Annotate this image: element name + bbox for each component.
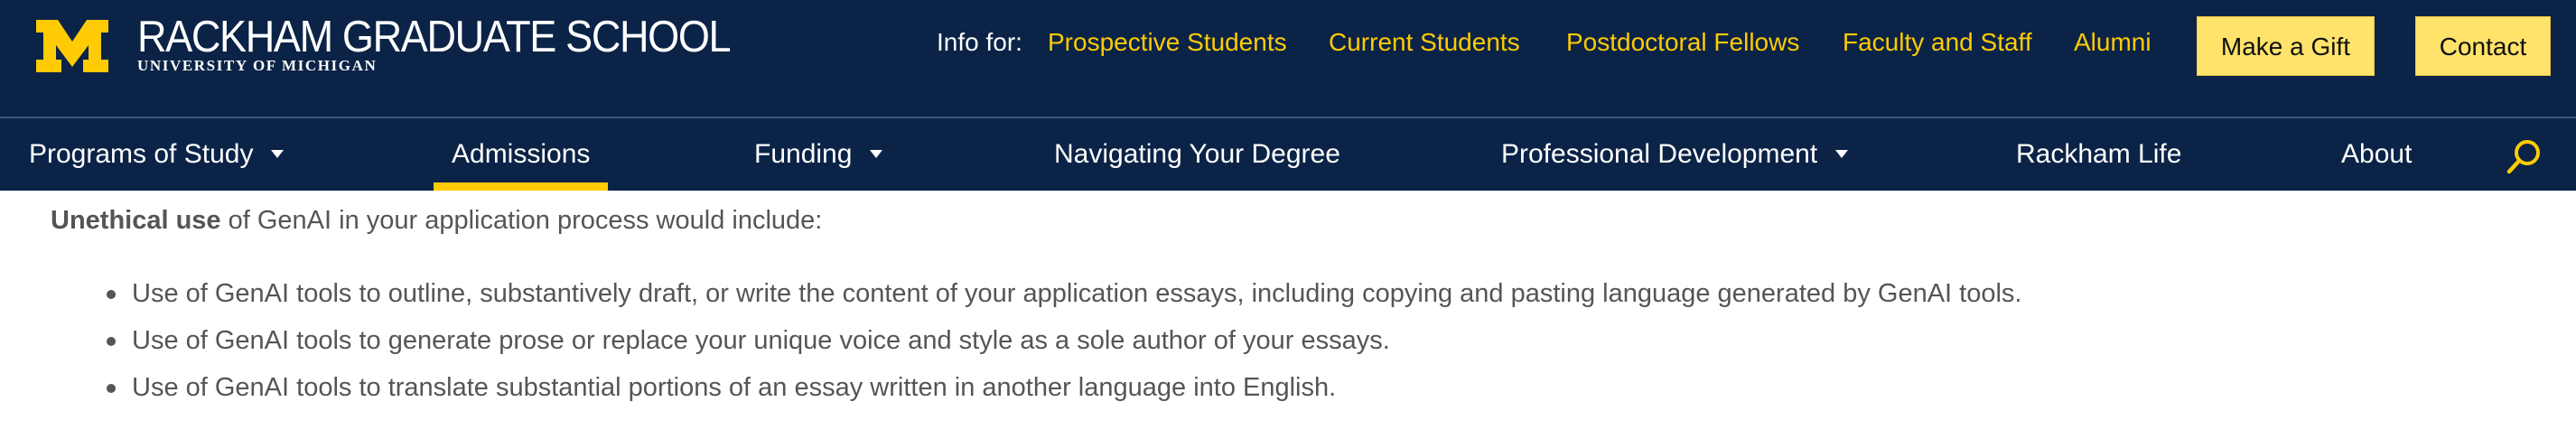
bullet-icon xyxy=(107,337,116,346)
contact-button[interactable]: Contact xyxy=(2415,16,2551,76)
list-item: Use of GenAI tools to translate substant… xyxy=(107,371,2022,418)
list-item: Use of GenAI tools to generate prose or … xyxy=(107,324,2022,371)
bullet-icon xyxy=(107,290,116,299)
list-item: Use of GenAI tools to outline, substanti… xyxy=(107,277,2022,324)
caret-down-icon xyxy=(1835,149,1849,158)
intro-emphasis: Unethical use xyxy=(51,206,221,235)
list-item-text: Use of GenAI tools to translate substant… xyxy=(132,373,1337,402)
unethical-use-list: Use of GenAI tools to outline, substanti… xyxy=(107,277,2022,418)
intro-text: of GenAI in your application process wou… xyxy=(220,206,823,235)
nav-label: Rackham Life xyxy=(2016,139,2182,169)
link-postdoctoral-fellows[interactable]: Postdoctoral Fellows xyxy=(1566,27,1799,58)
nav-label: Funding xyxy=(754,139,853,169)
link-alumni[interactable]: Alumni xyxy=(2074,27,2151,58)
link-current-students[interactable]: Current Students xyxy=(1329,27,1520,58)
nav-label: Programs of Study xyxy=(29,139,254,169)
caret-down-icon xyxy=(271,149,285,158)
nav-rackham-life[interactable]: Rackham Life xyxy=(2016,118,2181,191)
nav-label: Professional Development xyxy=(1501,139,1818,169)
search-icon[interactable] xyxy=(2506,137,2543,175)
block-m-logo[interactable] xyxy=(36,20,108,72)
nav-label: Admissions xyxy=(452,139,591,169)
list-item-text: Use of GenAI tools to outline, substanti… xyxy=(132,279,2022,308)
nav-about[interactable]: About xyxy=(2341,118,2412,191)
genai-intro-paragraph: Unethical use of GenAI in your applicati… xyxy=(51,204,822,237)
nav-admissions[interactable]: Admissions xyxy=(433,118,609,191)
caret-down-icon xyxy=(870,149,883,158)
nav-programs-of-study[interactable]: Programs of Study xyxy=(29,118,285,191)
nav-professional-development[interactable]: Professional Development xyxy=(1501,118,1849,191)
make-a-gift-button[interactable]: Make a Gift xyxy=(2197,16,2375,76)
school-name[interactable]: RACKHAM GRADUATE SCHOOL xyxy=(137,14,732,61)
university-name: UNIVERSITY OF MICHIGAN xyxy=(137,57,378,74)
link-faculty-and-staff[interactable]: Faculty and Staff xyxy=(1843,27,2032,58)
nav-label: Navigating Your Degree xyxy=(1054,139,1340,169)
nav-navigating-your-degree[interactable]: Navigating Your Degree xyxy=(1054,118,1340,191)
nav-funding[interactable]: Funding xyxy=(754,118,883,191)
nav-label: About xyxy=(2341,139,2413,169)
site-header: RACKHAM GRADUATE SCHOOL UNIVERSITY OF MI… xyxy=(0,0,2576,117)
info-for-label: Info for: xyxy=(937,28,1022,56)
link-prospective-students[interactable]: Prospective Students xyxy=(1048,27,1287,58)
bullet-icon xyxy=(107,384,116,393)
main-nav: Programs of Study Admissions Funding Nav… xyxy=(0,118,2576,191)
list-item-text: Use of GenAI tools to generate prose or … xyxy=(132,326,1390,355)
